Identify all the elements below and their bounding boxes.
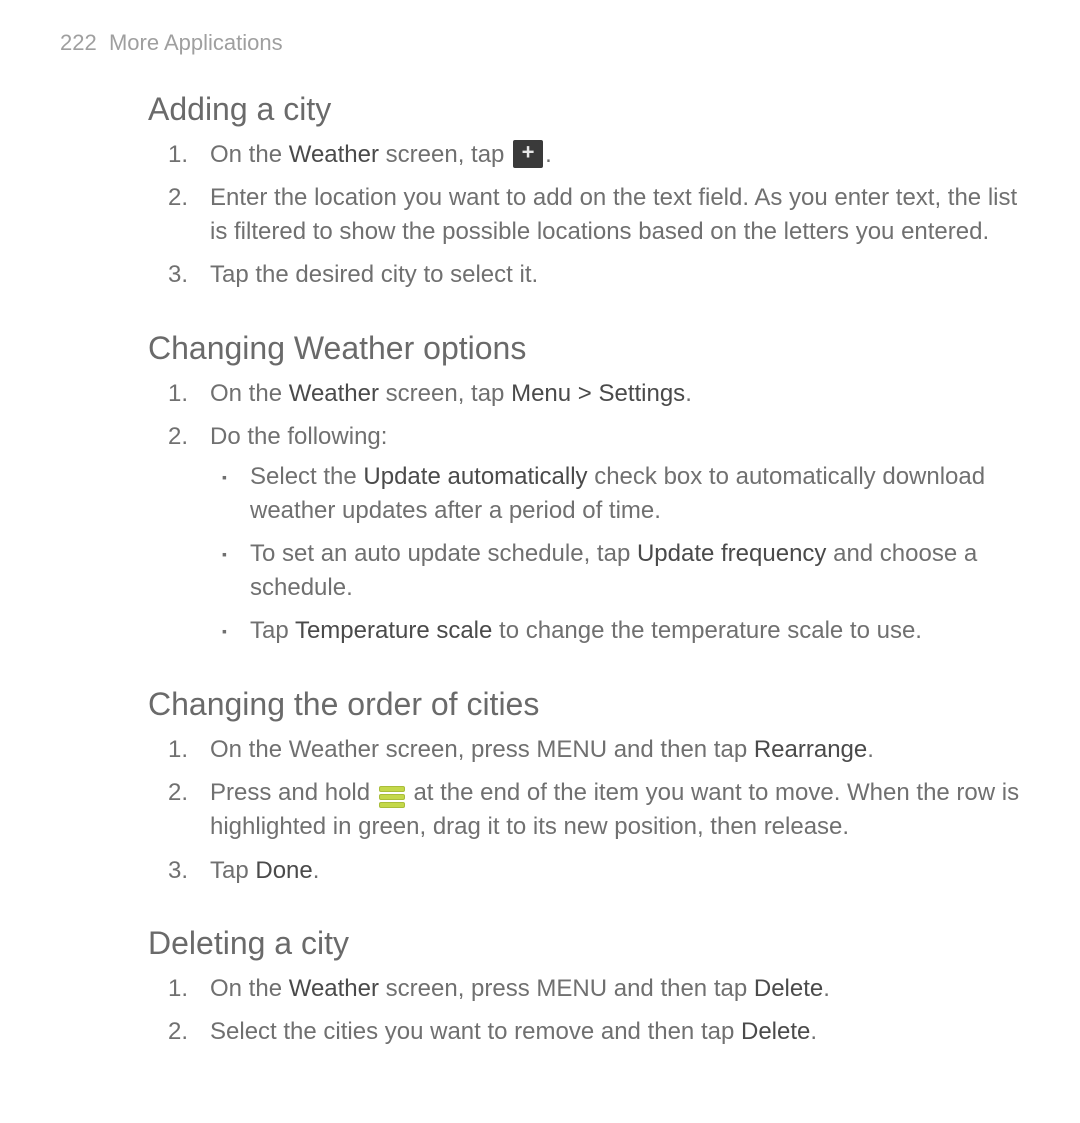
bullet-text: to change the temperature scale to use. [492, 617, 922, 644]
ui-label-weather: Weather [289, 141, 379, 168]
section-title: Adding a city [148, 87, 1020, 132]
steps-list: 1. On the Weather screen, press MENU and… [60, 972, 1020, 1049]
step-text: Tap [210, 857, 255, 884]
step-item: 1. On the Weather screen, tap . [60, 138, 1020, 172]
ui-label-update-frequency: Update frequency [637, 540, 826, 567]
step-text: . [823, 975, 830, 1002]
section-changing-order: Changing the order of cities 1. On the W… [60, 682, 1020, 887]
step-number: 2. [168, 776, 188, 810]
section-title: Changing the order of cities [148, 682, 1020, 727]
step-item: 1. On the Weather screen, tap Menu > Set… [60, 377, 1020, 411]
step-item: 3. Tap Done. [60, 854, 1020, 888]
ui-label-done: Done [255, 857, 312, 884]
step-text: Enter the location you want to add on th… [210, 184, 1017, 245]
step-item: 1. On the Weather screen, press MENU and… [60, 972, 1020, 1006]
step-text: screen, tap [379, 141, 511, 168]
bullet-item: Tap Temperature scale to change the temp… [210, 614, 1020, 648]
step-text: screen, press MENU and then tap [379, 975, 754, 1002]
drag-handle-icon [379, 786, 405, 806]
ui-label-update-automatically: Update automatically [363, 463, 587, 490]
step-number: 1. [168, 733, 188, 767]
step-text: Select the cities you want to remove and… [210, 1018, 741, 1045]
ui-label-delete: Delete [741, 1018, 810, 1045]
ui-label-menu-settings: Menu > Settings [511, 380, 685, 407]
page-number: 222 [60, 30, 97, 55]
ui-label-weather: Weather [289, 975, 379, 1002]
step-number: 1. [168, 138, 188, 172]
step-text: On the [210, 380, 289, 407]
step-text: Do the following: [210, 423, 387, 450]
step-item: 2. Select the cities you want to remove … [60, 1015, 1020, 1049]
step-number: 2. [168, 1015, 188, 1049]
step-text: On the [210, 975, 289, 1002]
section-changing-options: Changing Weather options 1. On the Weath… [60, 326, 1020, 648]
step-text: . [810, 1018, 817, 1045]
step-item: 1. On the Weather screen, press MENU and… [60, 733, 1020, 767]
step-number: 2. [168, 420, 188, 454]
bullet-text: Tap [250, 617, 295, 644]
step-number: 2. [168, 181, 188, 215]
step-text: screen, tap [379, 380, 511, 407]
section-adding-city: Adding a city 1. On the Weather screen, … [60, 87, 1020, 292]
ui-label-temperature-scale: Temperature scale [295, 617, 492, 644]
section-title: Changing Weather options [148, 326, 1020, 371]
steps-list: 1. On the Weather screen, press MENU and… [60, 733, 1020, 887]
ui-label-rearrange: Rearrange [754, 736, 867, 763]
chapter-title: More Applications [109, 30, 283, 55]
bullet-text: To set an auto update schedule, tap [250, 540, 637, 567]
step-text: . [685, 380, 692, 407]
page-header: 222 More Applications [60, 28, 1020, 59]
ui-label-delete: Delete [754, 975, 823, 1002]
bullet-item: To set an auto update schedule, tap Upda… [210, 537, 1020, 604]
step-item: 2. Press and hold at the end of the item… [60, 776, 1020, 843]
step-text: On the Weather screen, press MENU and th… [210, 736, 754, 763]
plus-icon [513, 140, 543, 168]
step-number: 1. [168, 377, 188, 411]
section-title: Deleting a city [148, 921, 1020, 966]
bullet-item: Select the Update automatically check bo… [210, 460, 1020, 527]
step-number: 3. [168, 258, 188, 292]
document-page: 222 More Applications Adding a city 1. O… [0, 0, 1080, 1123]
steps-list: 1. On the Weather screen, tap . 2. Enter… [60, 138, 1020, 292]
section-deleting-city: Deleting a city 1. On the Weather screen… [60, 921, 1020, 1049]
step-text: On the [210, 141, 289, 168]
step-text: . [545, 141, 552, 168]
steps-list: 1. On the Weather screen, tap Menu > Set… [60, 377, 1020, 648]
step-number: 1. [168, 972, 188, 1006]
bullet-list: Select the Update automatically check bo… [210, 460, 1020, 648]
step-item: 2. Enter the location you want to add on… [60, 181, 1020, 248]
step-number: 3. [168, 854, 188, 888]
step-item: 3. Tap the desired city to select it. [60, 258, 1020, 292]
bullet-text: Select the [250, 463, 363, 490]
step-text: Press and hold [210, 779, 377, 806]
ui-label-weather: Weather [289, 380, 379, 407]
step-item: 2. Do the following: Select the Update a… [60, 420, 1020, 648]
step-text: . [867, 736, 874, 763]
step-text: Tap the desired city to select it. [210, 261, 538, 288]
step-text: . [313, 857, 320, 884]
